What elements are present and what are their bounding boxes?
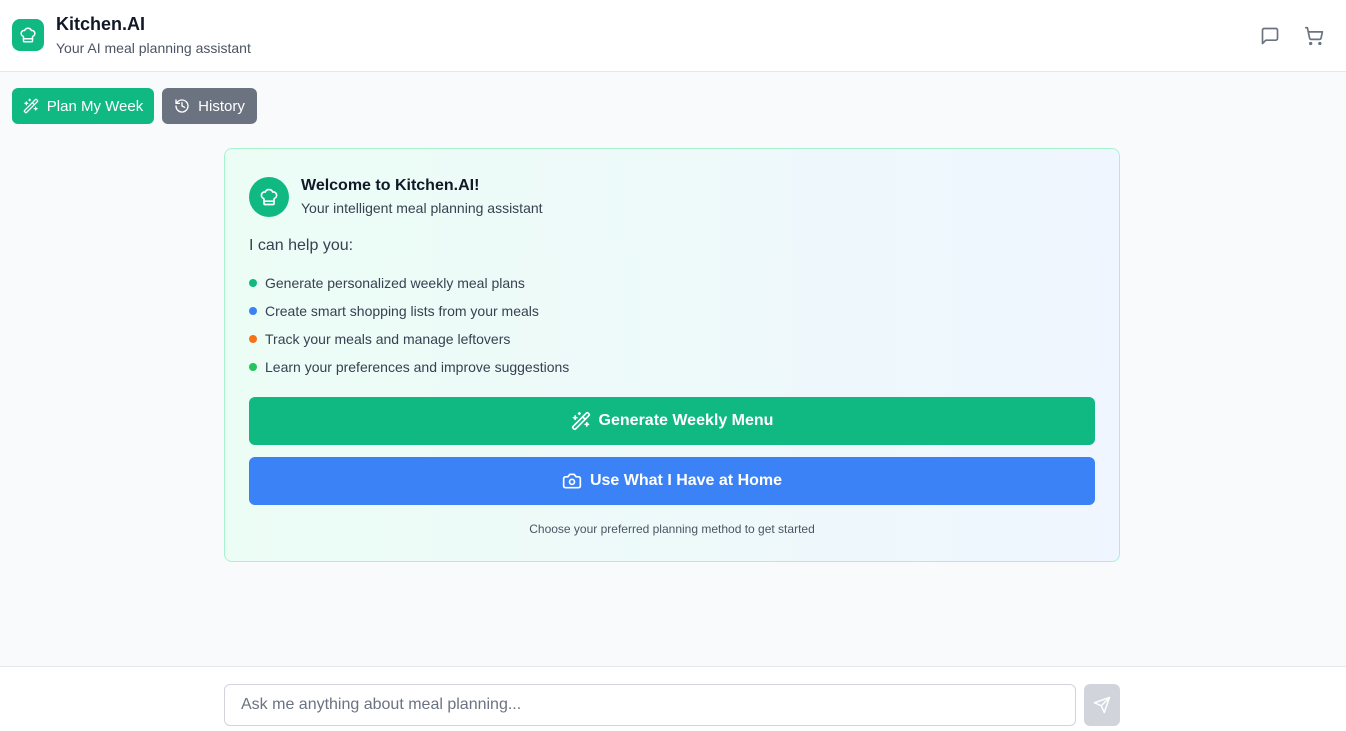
bullet-dot xyxy=(249,363,257,371)
feature-text: Create smart shopping lists from your me… xyxy=(265,303,539,319)
chat-input[interactable] xyxy=(224,684,1076,726)
send-button[interactable] xyxy=(1084,684,1120,726)
plan-my-week-label: Plan My Week xyxy=(46,97,144,115)
list-item: Learn your preferences and improve sugge… xyxy=(249,353,569,381)
feature-text: Learn your preferences and improve sugge… xyxy=(265,359,570,375)
list-item: Create smart shopping lists from your me… xyxy=(249,297,569,325)
message-square-icon[interactable] xyxy=(1258,24,1282,48)
wand-icon xyxy=(571,411,591,431)
list-item: Generate personalized weekly meal plans xyxy=(249,269,569,297)
chef-hat-icon xyxy=(12,19,44,51)
use-what-i-have-button[interactable]: Use What I Have at Home xyxy=(249,457,1095,505)
history-label: History xyxy=(198,97,245,115)
welcome-subtitle: Your intelligent meal planning assistant xyxy=(301,200,543,216)
generate-weekly-menu-label: Generate Weekly Menu xyxy=(598,412,774,429)
welcome-title: Welcome to Kitchen.AI! xyxy=(301,177,480,194)
feature-text: Track your meals and manage leftovers xyxy=(265,331,511,347)
planning-hint: Choose your preferred planning method to… xyxy=(529,522,815,536)
shopping-cart-icon[interactable] xyxy=(1302,24,1326,48)
send-icon xyxy=(1093,696,1111,714)
chat-footer xyxy=(0,666,1346,731)
history-icon xyxy=(174,98,190,114)
help-intro: I can help you: xyxy=(249,237,354,254)
generate-weekly-menu-button[interactable]: Generate Weekly Menu xyxy=(249,397,1095,445)
app-title: Kitchen.AI xyxy=(56,14,146,34)
camera-icon xyxy=(562,471,582,491)
plan-my-week-button[interactable]: Plan My Week xyxy=(12,88,154,124)
chef-hat-icon xyxy=(249,177,289,217)
wand-icon xyxy=(23,98,39,114)
feature-list: Generate personalized weekly meal plans … xyxy=(249,269,569,381)
list-item: Track your meals and manage leftovers xyxy=(249,325,569,353)
history-button[interactable]: History xyxy=(162,88,257,124)
use-what-i-have-label: Use What I Have at Home xyxy=(589,472,783,489)
welcome-card: Welcome to Kitchen.AI! Your intelligent … xyxy=(224,148,1120,562)
app-header: Kitchen.AI Your AI meal planning assista… xyxy=(0,0,1346,72)
app-subtitle: Your AI meal planning assistant xyxy=(56,40,251,56)
bullet-dot xyxy=(249,307,257,315)
bullet-dot xyxy=(249,279,257,287)
bullet-dot xyxy=(249,335,257,343)
feature-text: Generate personalized weekly meal plans xyxy=(265,275,525,291)
